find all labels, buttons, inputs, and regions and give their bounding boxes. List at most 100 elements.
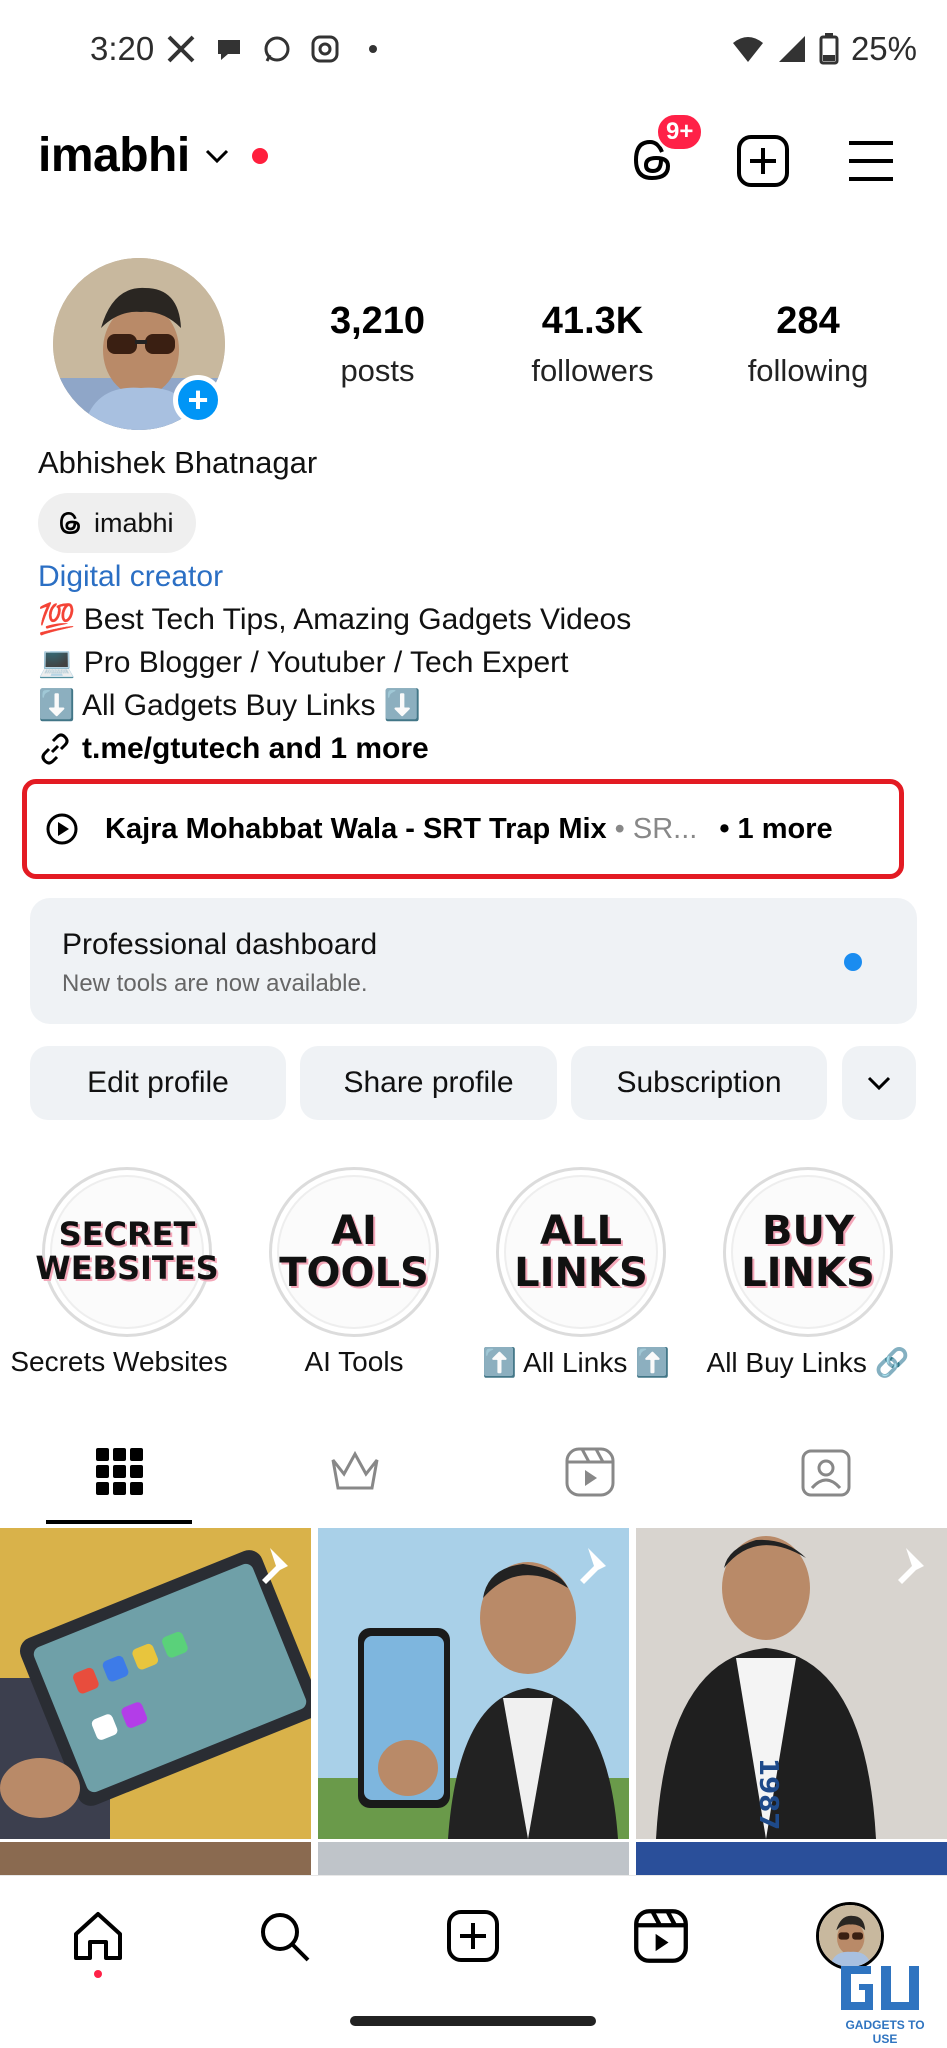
dot-icon	[369, 45, 377, 53]
reels-icon	[634, 1909, 688, 1963]
watermark-logo: GADGETS TO USE	[835, 1960, 935, 2046]
suggested-accounts-button[interactable]	[842, 1046, 916, 1120]
full-name: Abhishek Bhatnagar	[38, 445, 318, 480]
bio-line-3: ⬇️ All Gadgets Buy Links ⬇️	[38, 689, 422, 722]
highlight-cover-line: BUY	[762, 1208, 854, 1254]
nav-home[interactable]	[70, 1908, 126, 1978]
threads-badge[interactable]: imabhi	[38, 493, 196, 553]
post-thumbnail[interactable]	[0, 1528, 311, 1839]
chevron-down-icon	[867, 1076, 891, 1091]
highlight-cover: AI TOOLS	[277, 1175, 431, 1329]
plus-square-icon	[447, 1910, 499, 1962]
crown-icon	[331, 1450, 379, 1490]
plus-square-icon	[737, 135, 789, 187]
whatsapp-icon	[264, 36, 290, 62]
status-bar: 3:20 25%	[0, 0, 947, 100]
instagram-icon	[311, 35, 339, 63]
post-thumbnail[interactable]: 1987	[636, 1528, 947, 1839]
reels-icon	[565, 1447, 615, 1497]
notification-icons	[166, 34, 388, 64]
followers-count: 41.3K	[541, 300, 644, 342]
highlight-cover-line: AI	[331, 1208, 377, 1254]
status-time: 3:20	[90, 30, 155, 67]
post-thumbnail[interactable]	[318, 1528, 629, 1839]
tagged-person-icon	[801, 1449, 851, 1497]
highlight-cover-line: SECRET	[58, 1215, 196, 1254]
tab-reels[interactable]	[564, 1446, 616, 1498]
posts-label: posts	[340, 353, 415, 388]
highlight-buy-links[interactable]: BUY LINKS	[723, 1167, 893, 1337]
username: imabhi	[38, 129, 190, 182]
music-more-link[interactable]: • 1 more	[719, 813, 832, 846]
search-icon	[261, 1913, 310, 1962]
music-artist: • SR...	[614, 812, 698, 845]
bio-link[interactable]: t.me/gtutech and 1 more	[38, 732, 429, 766]
tab-tagged[interactable]	[800, 1446, 852, 1498]
create-button[interactable]	[736, 134, 790, 188]
highlight-cover-line: ALL	[540, 1208, 622, 1254]
notification-badge: 9+	[655, 112, 705, 152]
highlight-cover-line: LINKS	[741, 1250, 875, 1296]
wifi-icon	[732, 37, 763, 62]
music-title: Kajra Mohabbat Wala - SRT Trap Mix	[105, 812, 607, 845]
followers-label: followers	[531, 353, 654, 388]
account-switcher[interactable]: imabhi	[38, 128, 268, 183]
grid-icon	[96, 1448, 143, 1495]
chat-icon	[218, 40, 240, 60]
post-image	[0, 1528, 311, 1839]
hamburger-menu-icon	[849, 141, 893, 181]
menu-button[interactable]	[846, 138, 896, 184]
chevron-down-icon	[205, 149, 228, 163]
gadgets-to-use-logo-icon	[841, 1966, 919, 2010]
battery-icon	[819, 33, 839, 65]
highlight-secret-websites[interactable]: SECRET WEBSITES	[35, 1167, 219, 1337]
new-indicator-dot	[844, 953, 862, 971]
edit-profile-button[interactable]: Edit profile	[30, 1046, 286, 1120]
dashboard-subtitle: New tools are now available.	[62, 970, 368, 997]
unread-dot	[251, 147, 268, 164]
followers-stat[interactable]: 41.3K followers	[510, 300, 675, 389]
posts-stat[interactable]: 3,210 posts	[300, 300, 455, 389]
bio-line-2: 💻 Pro Blogger / Youtuber / Tech Expert	[38, 646, 569, 679]
add-story-button[interactable]: +	[173, 375, 223, 425]
x-app-icon	[167, 35, 195, 63]
highlight-label: All Buy Links 🔗	[706, 1347, 910, 1378]
share-profile-button[interactable]: Share profile	[300, 1046, 557, 1120]
post-image	[318, 1528, 629, 1839]
svg-text:1987: 1987	[753, 1758, 783, 1830]
status-right: 25%	[731, 30, 917, 68]
highlight-label: ⬆️ All Links ⬆️	[481, 1347, 670, 1378]
highlight-ai-tools[interactable]: AI TOOLS	[269, 1167, 439, 1337]
following-count: 284	[776, 300, 840, 342]
gesture-home-bar[interactable]	[350, 2016, 596, 2026]
highlight-all-links[interactable]: ALL LINKS	[496, 1167, 666, 1337]
highlight-cover-line: LINKS	[514, 1250, 648, 1296]
highlight-cover-line: TOOLS	[279, 1250, 429, 1296]
tab-posts-grid[interactable]	[96, 1448, 144, 1496]
link-icon	[41, 733, 69, 765]
tab-subscriptions[interactable]	[328, 1448, 382, 1494]
play-circle-icon	[46, 813, 78, 845]
following-stat[interactable]: 284 following	[728, 300, 888, 389]
highlight-cover: SECRET WEBSITES	[35, 1175, 219, 1329]
nav-create[interactable]	[445, 1908, 501, 1964]
battery-level: 25%	[850, 30, 917, 67]
dashboard-title: Professional dashboard	[62, 928, 378, 961]
subscription-button[interactable]: Subscription	[571, 1046, 827, 1120]
signal-icon	[778, 36, 805, 62]
nav-reels[interactable]	[633, 1908, 689, 1964]
highlight-cover: ALL LINKS	[504, 1175, 658, 1329]
watermark-text: GADGETS TO USE	[845, 2018, 925, 2046]
profile-avatar-icon	[819, 1905, 881, 1967]
bio-line-1: 💯 Best Tech Tips, Amazing Gadgets Videos	[38, 603, 632, 636]
posts-count: 3,210	[329, 300, 426, 342]
following-label: following	[747, 353, 869, 388]
nav-search[interactable]	[256, 1908, 312, 1964]
threads-icon	[60, 511, 80, 535]
professional-dashboard[interactable]: Professional dashboard New tools are now…	[30, 898, 917, 1024]
highlight-cover-line: WEBSITES	[35, 1249, 219, 1287]
home-icon	[74, 1912, 122, 1960]
highlight-label: Secrets Websites	[10, 1346, 228, 1377]
profile-music[interactable]: Kajra Mohabbat Wala - SRT Trap Mix • SR.…	[22, 779, 904, 879]
profile-category: Digital creator	[38, 560, 224, 593]
